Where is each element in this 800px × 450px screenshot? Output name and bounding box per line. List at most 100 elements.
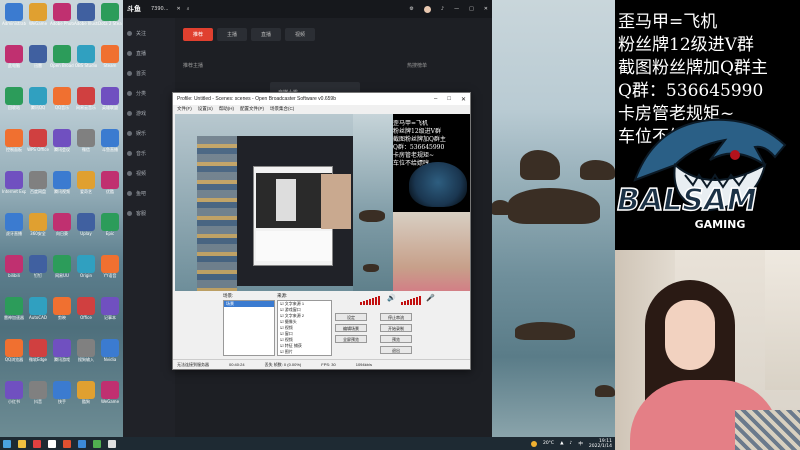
tab[interactable]: 主播 (217, 28, 248, 41)
sidebar-item[interactable]: 游戏 (123, 104, 175, 122)
minimize-icon[interactable]: — (454, 6, 459, 13)
desktop-icon[interactable]: 此电脑 (2, 45, 26, 75)
desktop-icon[interactable]: 记事本 (98, 297, 122, 327)
desktop-icon[interactable]: WeGame (98, 381, 122, 411)
desktop-icon[interactable]: 腾讯会议 (50, 129, 74, 159)
app-icon[interactable] (33, 439, 41, 448)
douyu-taskbar-icon[interactable] (63, 439, 71, 448)
close-icon[interactable]: ✕ (177, 6, 181, 12)
desktop-icon[interactable]: 网易云音乐 (74, 87, 98, 117)
sources-list[interactable]: ☑ 文字来源 1 ☑ 游戏窗口 ☑ 文字来源 2 ☑ 摄像头 ☑ 视频 ☑ 窗口 ☑ 视频 ☑… (277, 300, 332, 356)
desktop-icon[interactable]: 虎牙直播 (2, 213, 26, 243)
wechat-icon[interactable] (93, 439, 101, 448)
clock[interactable]: 19:11 2022/1/14 (589, 439, 612, 449)
tab[interactable]: 视频 (285, 28, 316, 41)
app-icon[interactable] (108, 439, 116, 448)
obs-menu-item[interactable]: 文件(F) (177, 106, 192, 112)
sidebar-item[interactable]: 关注 (123, 24, 175, 42)
edit-scene-button[interactable]: 编辑场景 (335, 324, 367, 332)
desktop-icon[interactable]: Adobe Illustr (74, 3, 98, 33)
desktop-icon[interactable]: 酷狗 (74, 381, 98, 411)
desktop-icon[interactable]: YY语音 (98, 255, 122, 285)
desktop-icon[interactable]: 小红书 (2, 381, 26, 411)
sidebar-item[interactable]: 首页 (123, 64, 175, 82)
sidebar-item[interactable]: 分类 (123, 84, 175, 102)
exit-button[interactable]: 退出 (380, 346, 412, 354)
ime-icon[interactable]: 中 (578, 441, 583, 447)
desktop-icon[interactable]: 抖音 (26, 381, 50, 411)
desktop-icon[interactable]: 向日葵 (50, 213, 74, 243)
desktop-icon[interactable]: Adobe Photoshop (50, 3, 74, 33)
obs-taskbar-icon[interactable] (48, 439, 56, 448)
start-recording-button[interactable]: 开始录制 (380, 324, 412, 332)
volume-icon[interactable]: ♪ (570, 441, 573, 446)
desktop-icon[interactable]: 微软Edge (26, 339, 50, 369)
desktop-icon[interactable]: 网易UU (50, 255, 74, 285)
desktop-icon[interactable]: 控制面板 (2, 129, 26, 159)
sidebar-item[interactable]: 音乐 (123, 144, 175, 162)
desktop-icon[interactable]: 腾讯游戏 (50, 339, 74, 369)
obs-menu-item[interactable]: 帮助(H) (219, 106, 234, 112)
desktop-icon[interactable]: 快手 (50, 381, 74, 411)
desktop-icon[interactable]: Epic (98, 213, 122, 243)
desktop-icon[interactable]: 英雄联盟 (98, 87, 122, 117)
minimize-icon[interactable]: – (434, 96, 437, 103)
desktop-icon[interactable]: 迅雷 (26, 45, 50, 75)
desktop-icon[interactable]: Steam (98, 45, 122, 75)
stop-streaming-button[interactable]: 停止串流 (380, 313, 412, 321)
desktop-icon[interactable]: 剪映 (50, 297, 74, 327)
desktop-icon[interactable]: AutoCAD (26, 297, 50, 327)
desktop-icon[interactable]: WeGame (26, 3, 50, 33)
browser-icon[interactable] (78, 439, 86, 448)
desktop-icon[interactable]: bilibili (2, 255, 26, 285)
desktop-icon[interactable]: 微信 (74, 129, 98, 159)
desktop-icon[interactable]: 优酷 (98, 171, 122, 201)
scene-item[interactable]: 场景 (224, 301, 274, 307)
desktop-icon[interactable]: 360安全 (26, 213, 50, 243)
desktop-icon[interactable]: 腾讯QQ (26, 87, 50, 117)
desktop-icon[interactable]: Nvidia (98, 339, 122, 369)
desktop-icon[interactable]: 搜狗输入 (74, 339, 98, 369)
desktop-icon[interactable]: 百度网盘 (26, 171, 50, 201)
start-icon[interactable] (3, 439, 11, 448)
source-item[interactable]: ☑ 图片 (278, 349, 331, 355)
file-explorer-icon[interactable] (18, 439, 26, 448)
desktop-icon[interactable]: WPS Office (26, 129, 50, 159)
search-icon[interactable]: ⌕ (187, 6, 190, 12)
desktop-icon[interactable]: Open Broadcaster (50, 45, 74, 75)
sidebar-item[interactable]: 视频 (123, 164, 175, 182)
avatar[interactable] (423, 5, 431, 13)
sidebar-item[interactable]: 客服 (123, 204, 175, 222)
settings-icon[interactable]: ⚙ (409, 6, 413, 13)
maximize-icon[interactable]: □ (447, 96, 451, 103)
scenes-list[interactable]: 场景 (223, 300, 275, 356)
obs-preview[interactable]: 歪马甲=飞机 粉丝牌12级进V群 截图粉丝牌加Q群主 Q群：536645990 卡房管老… (175, 114, 470, 291)
obs-menu-item[interactable]: 场景集合(C) (270, 106, 294, 112)
mic-icon[interactable]: 🎤 (426, 294, 435, 302)
close-icon[interactable]: ✕ (461, 96, 466, 103)
fullscreen-preview-button[interactable]: 全屏预览 (335, 335, 367, 343)
desktop-icon[interactable]: OBS Studio (74, 45, 98, 75)
preview-button[interactable]: 预览 (380, 335, 412, 343)
desktop-icon[interactable]: Dota 2 Steam (98, 3, 122, 33)
maximize-icon[interactable]: □ (469, 6, 474, 13)
obs-menu-item[interactable]: 设置(S) (198, 106, 213, 112)
tab[interactable]: 直播 (251, 28, 282, 41)
speaker-icon[interactable]: 🔊 (387, 294, 396, 302)
sidebar-item[interactable]: 直播 (123, 44, 175, 62)
desktop-icon[interactable]: Uplay (74, 213, 98, 243)
sidebar-item[interactable]: 鱼吧 (123, 184, 175, 202)
bell-icon[interactable]: ♪ (441, 6, 444, 13)
desktop-icon[interactable]: 回收站 (2, 87, 26, 117)
sidebar-item[interactable]: 娱乐 (123, 124, 175, 142)
desktop-icon[interactable]: Administrator (2, 3, 26, 33)
desktop-icon[interactable]: 斗鱼直播 (98, 129, 122, 159)
desktop-icon[interactable]: 爱奇艺 (74, 171, 98, 201)
desktop-icon[interactable]: QQ浏览器 (2, 339, 26, 369)
desktop-icon[interactable]: Office (74, 297, 98, 327)
network-icon[interactable]: ▲ (560, 441, 563, 446)
desktop-icon[interactable]: Internet Explorer (2, 171, 26, 201)
desktop-icon[interactable]: Origin (74, 255, 98, 285)
tab[interactable]: 推荐 (183, 28, 214, 41)
desktop-icon[interactable]: 腾讯视频 (50, 171, 74, 201)
